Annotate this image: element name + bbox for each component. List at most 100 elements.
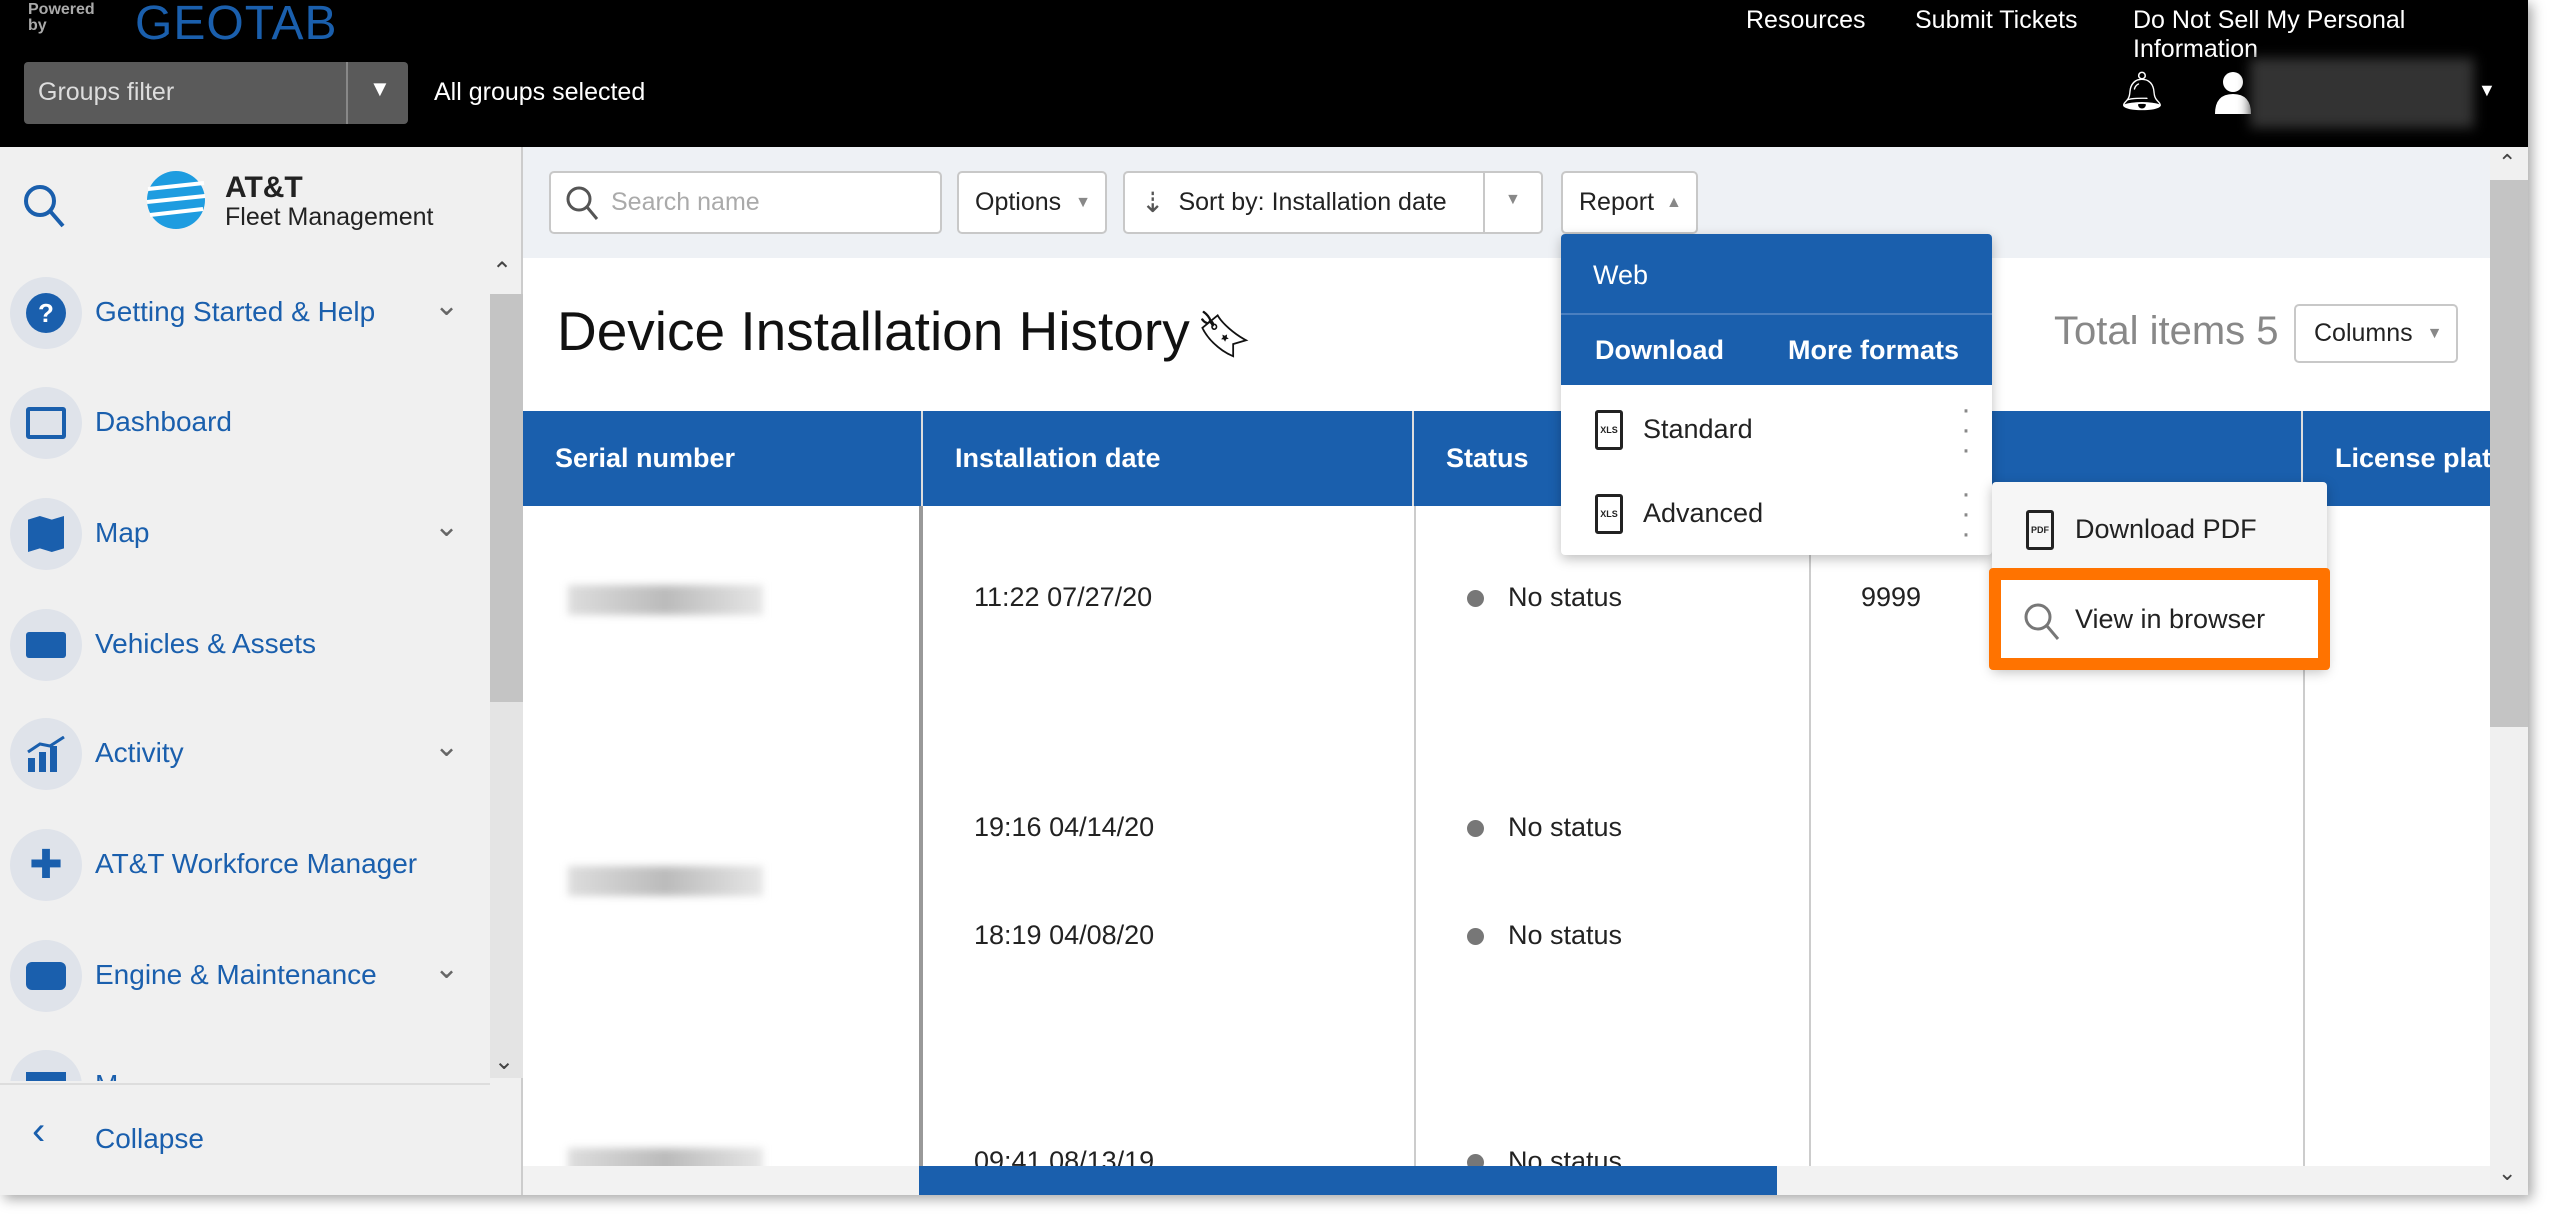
- groups-filter-placeholder: Groups filter: [38, 78, 175, 106]
- bookmark-icon[interactable]: 🔖︎: [1196, 308, 1254, 360]
- report-button[interactable]: Report ▲: [1561, 171, 1698, 234]
- engine-icon: [10, 940, 82, 1012]
- search-input[interactable]: Search name: [549, 171, 942, 234]
- report-label: Report: [1579, 188, 1655, 216]
- chevron-down-icon: ▼: [2426, 324, 2443, 342]
- collapse-button[interactable]: ‹ Collapse: [0, 1083, 490, 1195]
- sort-direction-chevron-icon[interactable]: ▼: [1505, 191, 1521, 209]
- standard-report-item[interactable]: XLS Standard · · ·: [1561, 392, 1992, 470]
- report-dropdown: Web Download More formats XLS Standard ·…: [1561, 234, 1992, 555]
- activity-chart-icon: [10, 718, 82, 790]
- user-icon[interactable]: [2215, 70, 2251, 114]
- resources-link[interactable]: Resources: [1746, 6, 1866, 35]
- bell-icon[interactable]: 🔔︎: [2118, 70, 2166, 114]
- download-pdf-label: Download PDF: [2075, 514, 2257, 544]
- chevron-left-icon: ‹: [32, 1109, 46, 1153]
- columns-label: Columns: [2314, 319, 2413, 347]
- scroll-up-icon[interactable]: ⌃: [2498, 150, 2516, 176]
- chevron-down-icon[interactable]: ⌄: [434, 288, 459, 323]
- options-button[interactable]: Options ▼: [957, 171, 1107, 234]
- status-cell: No status: [1467, 812, 1622, 843]
- main-content: Search name Options ▼ ⇣ Sort by: Installa…: [523, 147, 2490, 1195]
- dashboard-icon: [10, 387, 82, 459]
- installation-date-cell: 18:19 04/08/20: [974, 920, 1155, 950]
- sidebar-item-label: M: [95, 1069, 118, 1081]
- sidebar-item-messages[interactable]: M: [10, 1041, 480, 1081]
- advanced-report-item[interactable]: XLS Advanced · · ·: [1561, 476, 1992, 554]
- advanced-label: Advanced: [1643, 498, 1764, 528]
- sort-icon: ⇣: [1141, 187, 1165, 218]
- sidebar-scrollbar-track[interactable]: [490, 702, 523, 1078]
- scroll-down-icon[interactable]: ⌄: [2498, 1160, 2516, 1186]
- chevron-down-icon[interactable]: ⌄: [434, 509, 459, 544]
- scroll-down-icon[interactable]: ⌄: [494, 1047, 514, 1076]
- more-vertical-icon[interactable]: · · ·: [1961, 479, 1971, 549]
- more-vertical-icon[interactable]: · · ·: [1961, 395, 1971, 465]
- sidebar: AT&T Fleet Management ⌃ ⌄ ? Getting Start…: [0, 147, 523, 1195]
- scroll-up-icon[interactable]: ⌃: [492, 257, 512, 286]
- user-menu-chevron-icon[interactable]: ▼: [2478, 80, 2496, 101]
- horizontal-scrollbar-thumb[interactable]: [919, 1166, 1777, 1195]
- groups-filter[interactable]: Groups filter ▼: [24, 62, 408, 124]
- chevron-down-icon[interactable]: ⌄: [434, 951, 459, 986]
- sidebar-item-label: Vehicles & Assets: [95, 628, 317, 659]
- search-icon: [566, 186, 599, 220]
- vertical-scrollbar-thumb[interactable]: [2490, 180, 2528, 727]
- chevron-down-icon[interactable]: ▼: [369, 76, 391, 102]
- status-cell: No status: [1467, 582, 1622, 613]
- do-not-sell-link[interactable]: Do Not Sell My Personal Information: [2133, 6, 2528, 64]
- user-name-redacted: [2250, 58, 2474, 128]
- sort-button[interactable]: ⇣ Sort by: Installation date ▼: [1123, 171, 1543, 234]
- sidebar-item-activity[interactable]: Activity ⌄: [10, 709, 480, 799]
- sidebar-scrollbar-thumb[interactable]: [490, 294, 523, 702]
- truck-icon: [10, 609, 82, 681]
- map-icon: [10, 498, 82, 570]
- web-option[interactable]: Web: [1561, 234, 1992, 315]
- sort-prefix: Sort by:: [1178, 188, 1265, 216]
- sidebar-item-engine[interactable]: Engine & Maintenance ⌄: [10, 931, 480, 1021]
- status-dot-icon: [1467, 928, 1484, 946]
- view-in-browser-label: View in browser: [2075, 604, 2266, 634]
- sidebar-item-vehicles[interactable]: Vehicles & Assets: [10, 600, 480, 690]
- more-formats-tab[interactable]: More formats: [1788, 335, 1959, 366]
- page-title: Device Installation History 🔖︎: [557, 300, 1255, 362]
- column-header-license-plate[interactable]: License plat: [2303, 411, 2490, 506]
- sidebar-item-getting-started[interactable]: ? Getting Started & Help ⌄: [10, 268, 480, 358]
- column-header-installation-date[interactable]: Installation date: [923, 411, 1414, 506]
- search-icon[interactable]: [22, 183, 66, 229]
- sidebar-item-label: Getting Started & Help: [95, 296, 376, 327]
- submit-tickets-link[interactable]: Submit Tickets: [1915, 6, 2078, 35]
- columns-button[interactable]: Columns ▼: [2294, 304, 2458, 363]
- help-icon: ?: [10, 277, 82, 349]
- serial-redacted: [568, 585, 763, 615]
- logo-fleet-management: Fleet Management: [225, 203, 434, 231]
- sidebar-item-label: AT&T Workforce Manager: [95, 848, 418, 879]
- puzzle-icon: ✚: [10, 829, 82, 901]
- column-header-serial[interactable]: Serial number: [523, 411, 923, 506]
- download-tab[interactable]: Download: [1595, 335, 1724, 366]
- name-cell: 9999: [1861, 582, 1922, 612]
- chevron-down-icon: ▼: [1075, 193, 1092, 211]
- sidebar-item-label: Map: [95, 517, 150, 548]
- serial-redacted: [568, 866, 763, 896]
- xls-file-icon: XLS: [1595, 494, 1623, 534]
- search-icon: [2024, 603, 2060, 640]
- sidebar-item-label: Activity: [95, 737, 184, 768]
- pdf-file-icon: PDF: [2026, 510, 2054, 550]
- chevron-down-icon[interactable]: ⌄: [434, 729, 459, 764]
- logo-att: AT&T: [225, 171, 303, 204]
- sidebar-item-label: Dashboard: [95, 406, 232, 437]
- sidebar-item-workforce-manager[interactable]: ✚ AT&T Workforce Manager: [10, 820, 480, 910]
- sidebar-item-dashboard[interactable]: Dashboard: [10, 378, 480, 468]
- view-in-browser-item[interactable]: View in browser: [1989, 568, 2330, 670]
- total-items: Total items 5: [2054, 309, 2279, 353]
- geotab-logo: GEOTAB: [135, 0, 338, 50]
- mail-icon: [10, 1050, 82, 1081]
- status-dot-icon: [1467, 590, 1484, 608]
- download-pdf-item[interactable]: PDF Download PDF: [1992, 482, 2327, 568]
- status-dot-icon: [1467, 820, 1484, 838]
- att-globe-logo: [146, 171, 206, 229]
- top-bar: Powered by GEOTAB Resources Submit Ticke…: [0, 0, 2528, 147]
- sidebar-item-map[interactable]: Map ⌄: [10, 489, 480, 579]
- options-label: Options: [975, 188, 1062, 216]
